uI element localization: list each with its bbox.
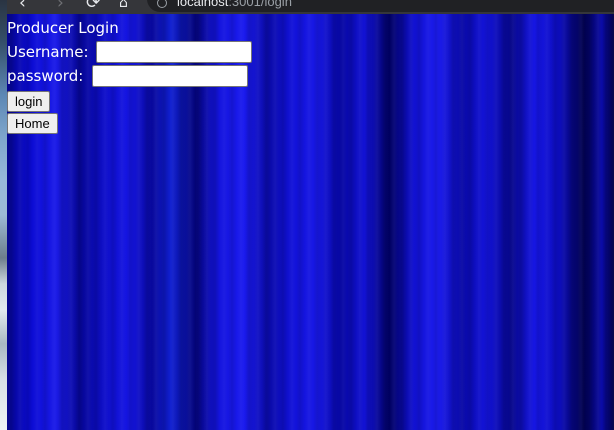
- forward-arrow-icon[interactable]: ›: [57, 0, 64, 13]
- username-input[interactable]: [96, 41, 252, 63]
- url-path: :3001/login: [228, 0, 292, 9]
- username-label: Username:: [7, 43, 89, 61]
- address-bar[interactable]: localhost:3001/login: [147, 0, 614, 12]
- home-button[interactable]: Home: [7, 113, 58, 134]
- password-input[interactable]: [92, 65, 248, 87]
- browser-toolbar: ‹ › ⟳ ⌂ localhost:3001/login: [7, 0, 614, 14]
- url-host: localhost: [177, 0, 229, 9]
- reload-icon[interactable]: ⟳: [86, 0, 100, 13]
- info-icon[interactable]: [157, 0, 167, 8]
- page-viewport: Producer Login Username: password: login…: [7, 14, 614, 430]
- page-title: Producer Login: [7, 19, 119, 37]
- password-label: password:: [7, 67, 84, 85]
- screen: ‹ › ⟳ ⌂ localhost:3001/login Producer Lo…: [0, 0, 614, 430]
- desktop-wallpaper: [0, 0, 7, 430]
- login-button[interactable]: login: [7, 91, 51, 112]
- back-arrow-icon[interactable]: ‹: [19, 0, 26, 13]
- home-icon[interactable]: ⌂: [119, 0, 128, 13]
- url-text: localhost:3001/login: [177, 0, 292, 10]
